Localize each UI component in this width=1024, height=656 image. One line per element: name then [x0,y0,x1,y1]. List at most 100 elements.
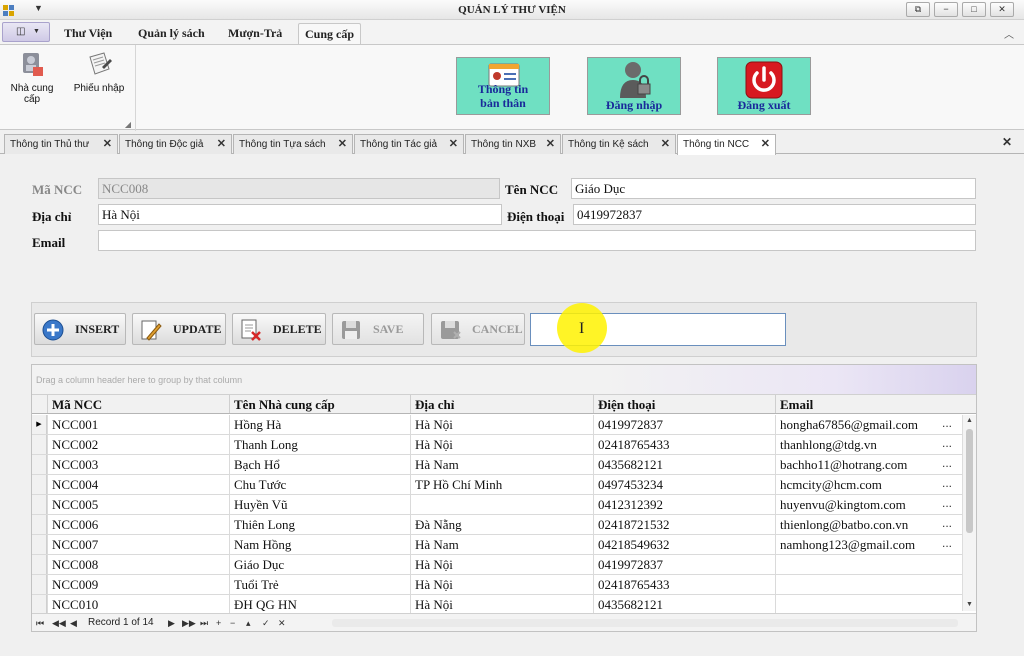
tab-nxb[interactable]: Thông tin NXB ✕ [465,134,561,154]
table-cell[interactable]: Hà Nội [410,415,593,434]
ribbon-collapse-icon[interactable]: ︿ [1004,26,1014,41]
table-cell[interactable]: ĐH QG HN [229,595,410,614]
tab-doc-gia[interactable]: Thông tin Độc giả ✕ [119,134,232,154]
supplier-button[interactable]: Nhà cung cấp [6,49,58,105]
close-tab-icon[interactable]: ✕ [546,135,555,154]
email-ellipsis-button[interactable]: ... [942,535,952,551]
row-indicator[interactable] [32,475,47,494]
application-menu-button[interactable]: ◫ ▼ [2,22,50,42]
table-cell[interactable]: 04218549632 [593,535,775,554]
append-record-icon[interactable]: + [216,614,221,631]
table-cell[interactable]: thienlong@batbo.con.vn [775,515,942,534]
ribbon-tab-cung-cap[interactable]: Cung cấp [298,23,362,44]
table-cell[interactable]: 0435682121 [593,595,775,614]
table-row[interactable]: NCC006 Thiên Long Đà Nẵng 02418721532 thienl… [32,515,962,535]
table-cell[interactable]: NCC008 [47,555,229,574]
table-cell[interactable]: NCC009 [47,575,229,594]
table-cell[interactable]: Hà Nam [410,535,593,554]
profile-info-button[interactable]: Thông tin bản thân [456,57,550,115]
dien-thoai-field[interactable]: 0419972837 [573,204,976,225]
email-field[interactable] [98,230,976,251]
delete-button[interactable]: DELETE [232,313,326,345]
table-cell[interactable]: 02418765433 [593,575,775,594]
import-slip-button[interactable]: Phiếu nhập [70,49,128,94]
logout-button[interactable]: Đăng xuất [717,57,811,115]
group-by-panel[interactable]: Drag a column header here to group by th… [32,365,976,395]
ribbon-tab-muon-tra[interactable]: Mượn-Trả [222,23,288,44]
tab-ncc[interactable]: Thông tin NCC ✕ [677,134,776,155]
close-active-document-icon[interactable]: ✕ [1002,135,1012,149]
table-cell[interactable]: Hà Nội [410,555,593,574]
insert-button[interactable]: INSERT [34,313,126,345]
minimize-button[interactable]: − [934,2,958,17]
table-cell[interactable]: 0419972837 [593,555,775,574]
table-cell[interactable]: hcmcity@hcm.com [775,475,942,494]
row-indicator[interactable] [32,595,47,614]
ten-ncc-field[interactable]: Giáo Dục [571,178,976,199]
table-row[interactable]: NCC009 Tuổi Trẻ Hà Nội 02418765433 [32,575,962,595]
table-row[interactable]: NCC005 Huyền Vũ 0412312392 huyenvu@kingtom.… [32,495,962,515]
table-cell[interactable]: Bạch Hổ [229,455,410,474]
table-cell[interactable]: Hà Nội [410,435,593,454]
tab-tua-sach[interactable]: Thông tin Tựa sách ✕ [233,134,353,154]
table-cell[interactable]: Thiên Long [229,515,410,534]
close-tab-icon[interactable]: ✕ [338,135,347,154]
update-button[interactable]: UPDATE [132,313,226,345]
end-edit-icon[interactable]: ✓ [262,614,270,631]
vertical-scrollbar[interactable]: ▲ ▼ [962,415,976,611]
close-tab-icon[interactable]: ✕ [217,135,226,154]
table-cell[interactable]: 0435682121 [593,455,775,474]
close-tab-icon[interactable]: ✕ [103,135,112,154]
table-cell[interactable]: Thanh Long [229,435,410,454]
table-cell[interactable]: 02418721532 [593,515,775,534]
table-row[interactable]: NCC003 Bạch Hổ Hà Nam 0435682121 bachho11@ho… [32,455,962,475]
table-cell[interactable]: 0497453234 [593,475,775,494]
tab-tac-gia[interactable]: Thông tin Tác giả ✕ [354,134,464,154]
email-ellipsis-button[interactable]: ... [942,515,952,531]
table-cell[interactable]: hongha67856@gmail.com [775,415,942,434]
row-indicator[interactable] [32,555,47,574]
column-header-ten-ncc[interactable]: Tên Nhà cung cấp [229,395,410,413]
restore-layout-button[interactable]: ⧉ [906,2,930,17]
tab-ke-sach[interactable]: Thông tin Kệ sách ✕ [562,134,676,154]
column-header-dien-thoai[interactable]: Điện thoại [593,395,775,413]
table-cell[interactable]: bachho11@hotrang.com [775,455,942,474]
scroll-down-icon[interactable]: ▼ [966,601,973,608]
table-cell[interactable] [775,575,942,594]
row-indicator[interactable] [32,435,47,454]
next-page-icon[interactable]: ▶▶ [182,614,196,631]
table-cell[interactable]: NCC005 [47,495,229,514]
row-indicator[interactable]: ▶ [32,415,47,434]
table-cell[interactable]: Đà Nẵng [410,515,593,534]
table-cell[interactable] [775,555,942,574]
horizontal-scrollbar[interactable] [332,619,958,627]
table-row[interactable]: NCC010 ĐH QG HN Hà Nội 0435682121 [32,595,962,615]
ribbon-tab-quan-ly-sach[interactable]: Quản lý sách [132,23,211,44]
table-cell[interactable]: 02418765433 [593,435,775,454]
remove-record-icon[interactable]: − [230,614,235,631]
close-tab-icon[interactable]: ✕ [761,135,770,154]
email-ellipsis-button[interactable]: ... [942,455,952,471]
email-ellipsis-button[interactable]: ... [942,495,952,511]
table-cell[interactable]: Hà Nội [410,575,593,594]
table-cell[interactable]: NCC001 [47,415,229,434]
table-cell[interactable]: NCC007 [47,535,229,554]
email-ellipsis-button[interactable]: ... [942,415,952,431]
email-ellipsis-button[interactable]: ... [942,475,952,491]
table-cell[interactable]: Hồng Hà [229,415,410,434]
last-record-icon[interactable]: ⏭ [200,614,208,631]
row-indicator[interactable] [32,495,47,514]
table-row[interactable]: NCC002 Thanh Long Hà Nội 02418765433 thanhlo… [32,435,962,455]
row-indicator[interactable] [32,515,47,534]
column-header-ma-ncc[interactable]: Mã NCC [47,395,229,413]
row-indicator[interactable] [32,575,47,594]
table-cell[interactable]: Tuổi Trẻ [229,575,410,594]
table-cell[interactable]: 0419972837 [593,415,775,434]
dia-chi-field[interactable]: Hà Nội [98,204,502,225]
table-row[interactable]: NCC008 Giáo Dục Hà Nội 0419972837 [32,555,962,575]
table-cell[interactable]: thanhlong@tdg.vn [775,435,942,454]
table-cell[interactable]: Chu Tước [229,475,410,494]
prev-page-icon[interactable]: ◀◀ [52,614,66,631]
table-cell[interactable]: huyenvu@kingtom.com [775,495,942,514]
column-header-dia-chi[interactable]: Địa chỉ [410,395,593,413]
